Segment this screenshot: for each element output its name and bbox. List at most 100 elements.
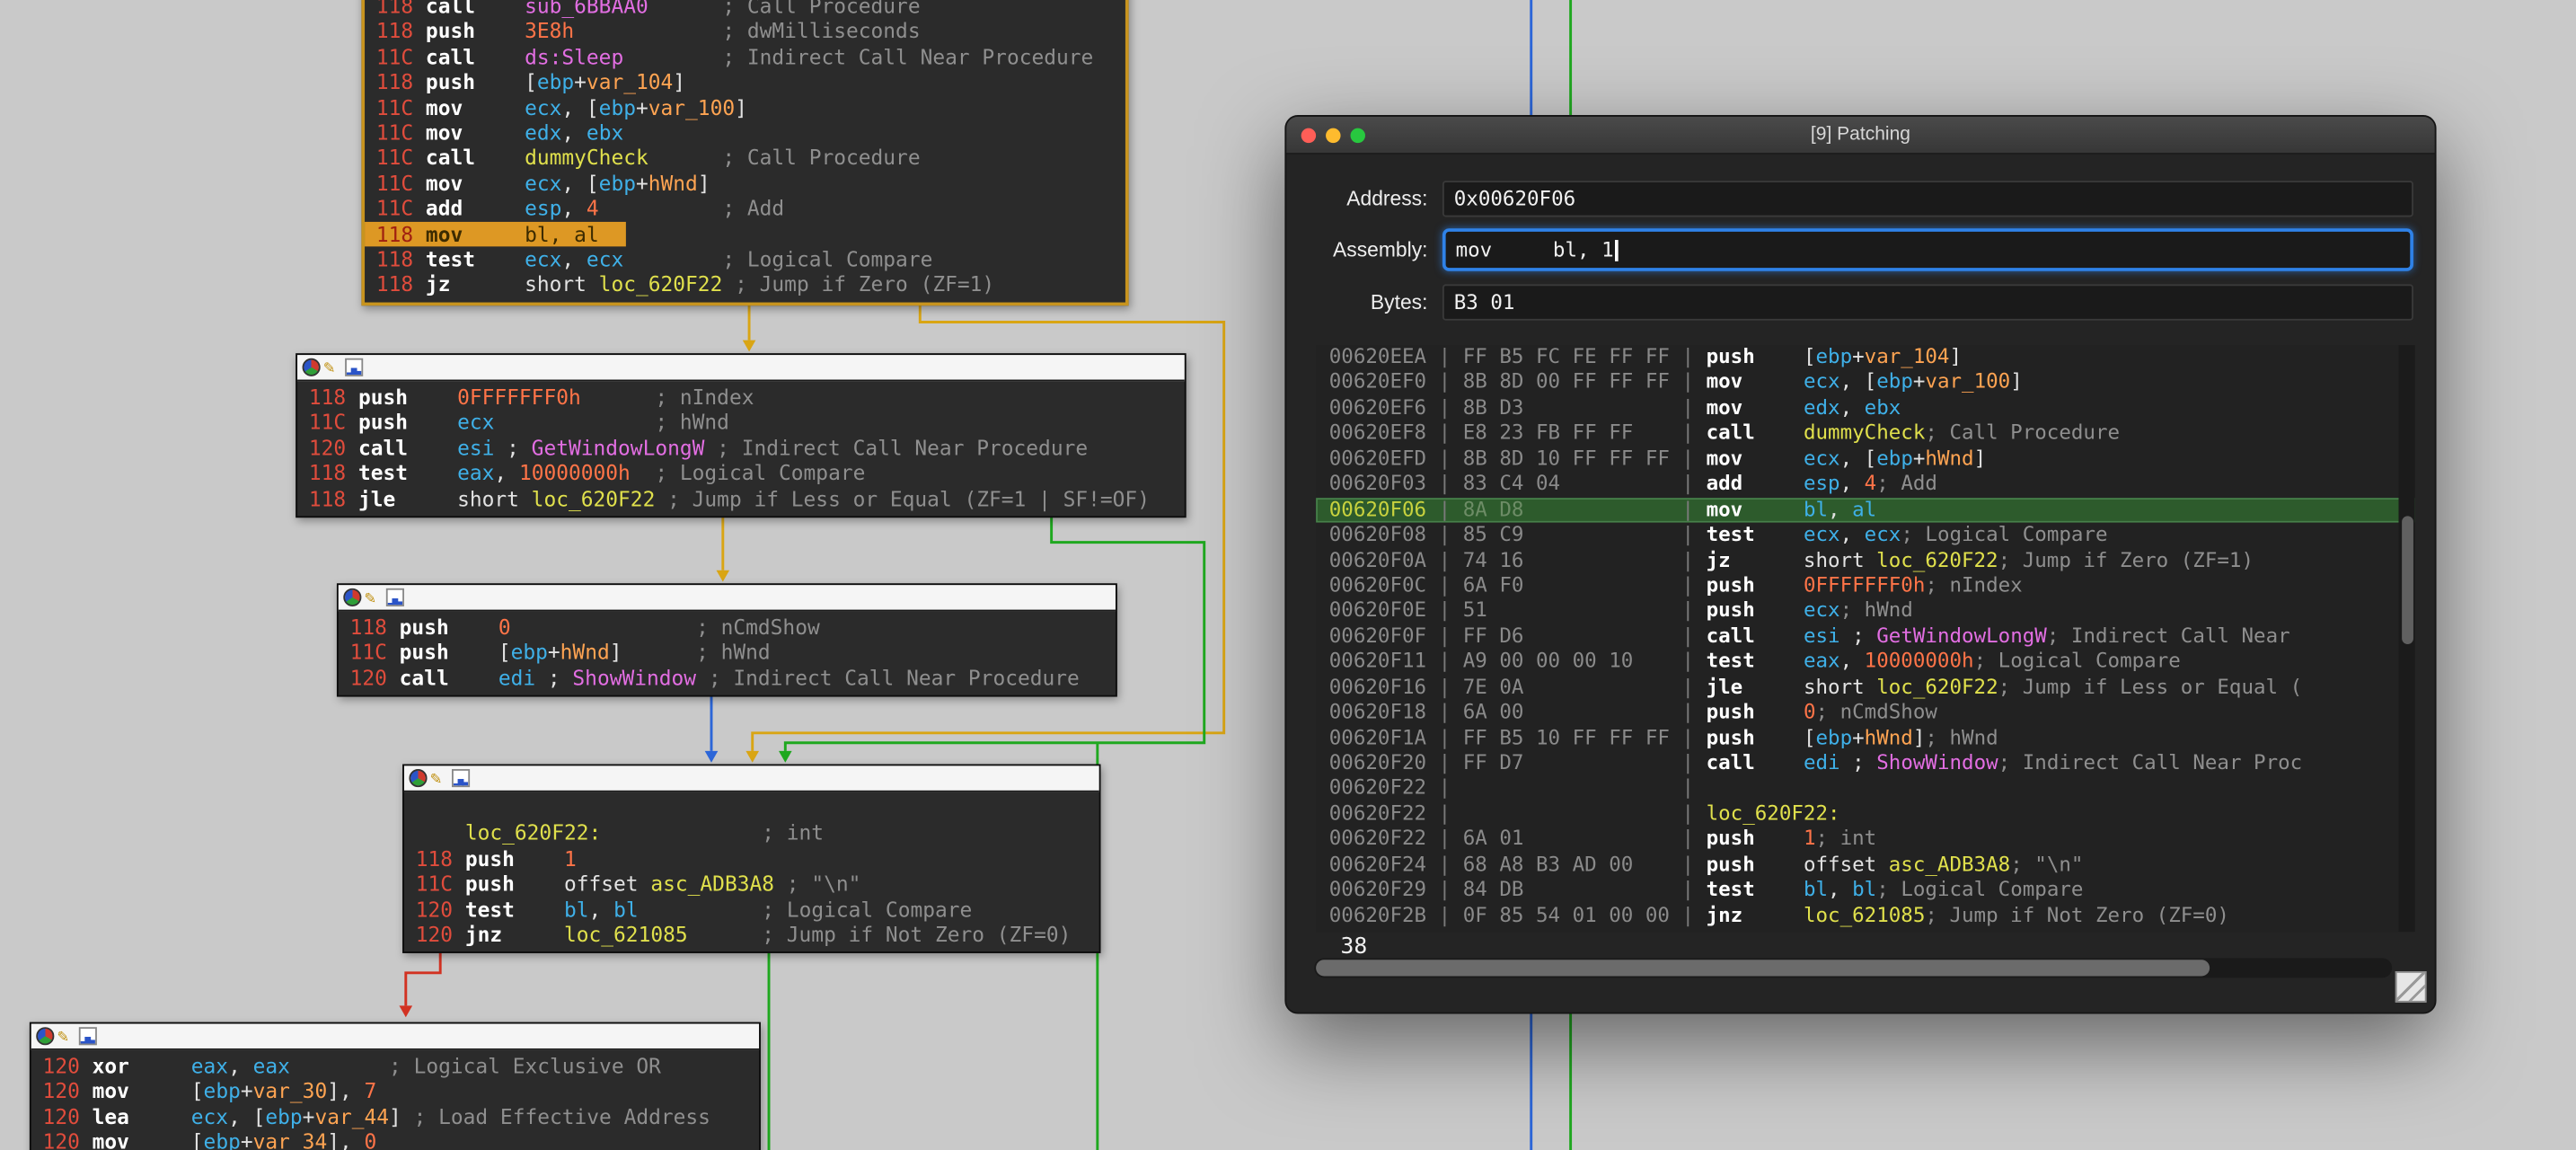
window-controls (1301, 117, 1365, 153)
listing-row[interactable]: 00620F0A | 74 16 | jz short loc_620F22; … (1316, 548, 2415, 573)
status-count: 38 (1341, 933, 1368, 960)
edit-icon[interactable] (365, 588, 383, 606)
block-titlebar (339, 585, 1116, 611)
asm-line[interactable]: 11C mov ecx, [ebp+var_100] (365, 94, 1125, 119)
asm-line[interactable]: 118 test eax, 10000000h ; Logical Compar… (297, 460, 1185, 485)
asm-line[interactable]: 11C push [ebp+hWnd] ; hWnd (339, 640, 1116, 665)
basic-block[interactable]: 120 xor eax, eax ; Logical Exclusive OR1… (30, 1022, 761, 1150)
edit-icon[interactable] (57, 1027, 75, 1045)
listing-row[interactable]: 00620F03 | 83 C4 04 | add esp, 4; Add (1316, 472, 2415, 497)
asm-line[interactable]: 118 push 1 (404, 846, 1099, 871)
basic-block[interactable]: 118 push 0FFFFFFF0h ; nIndex11C push ecx… (296, 353, 1186, 518)
asm-line[interactable] (404, 795, 1099, 820)
asm-line[interactable]: 11C mov edx, ebx (365, 119, 1125, 145)
listing-row[interactable]: 00620F06 | 8A D8 | mov bl, al (1316, 498, 2415, 523)
listing-rows: 00620EEA | FF B5 FC FE FF FF | push [ebp… (1316, 345, 2415, 928)
listing-row[interactable]: 00620F18 | 6A 00 | push 0; nCmdShow (1316, 700, 2415, 725)
asm-line[interactable]: 118 jz short loc_620F22 ; Jump if Zero (… (365, 271, 1125, 296)
close-button[interactable] (1301, 128, 1316, 142)
pie-icon[interactable] (343, 588, 361, 606)
pie-icon[interactable] (303, 358, 321, 376)
asm-line[interactable]: 11C mov ecx, [ebp+hWnd] (365, 171, 1125, 196)
address-value: 0x00620F06 (1454, 188, 1575, 211)
listing-row[interactable]: 00620F11 | A9 00 00 00 10 | test eax, 10… (1316, 650, 2415, 675)
bytes-row: Bytes: B3 01 (1306, 284, 2413, 320)
assembly-label: Assembly: (1306, 238, 1427, 261)
pie-icon[interactable] (36, 1027, 54, 1045)
assembly-value: mov bl, 1 (1456, 238, 1614, 261)
listing-row[interactable]: 00620EF0 | 8B 8D 00 FF FF FF | mov ecx, … (1316, 370, 2415, 395)
asm-line[interactable]: 120 test bl, bl ; Logical Compare (404, 897, 1099, 922)
asm-line[interactable]: 11C push offset asc_ADB3A8 ; "\n" (404, 871, 1099, 897)
chart-icon[interactable] (345, 358, 363, 376)
asm-line[interactable]: 118 mov bl, al (365, 221, 625, 246)
listing-row[interactable]: 00620EFD | 8B 8D 10 FF FF FF | mov ecx, … (1316, 447, 2415, 472)
horizontal-scrollbar-thumb[interactable] (1316, 960, 2210, 976)
patching-dialog: [9] Patching Address: 0x00620F06 Assembl… (1284, 115, 2436, 1014)
listing-row[interactable]: 00620F22 | | loc_620F22: (1316, 801, 2415, 827)
basic-block[interactable]: loc_620F22: ; int118 push 111C push offs… (402, 765, 1100, 954)
minimize-button[interactable] (1326, 128, 1340, 142)
edit-icon[interactable] (323, 358, 341, 376)
asm-line[interactable]: 120 mov [ebp+var_30], 7 (31, 1079, 759, 1104)
asm-line[interactable]: 11C call dummyCheck ; Call Procedure (365, 146, 1125, 171)
listing-row[interactable]: 00620F0E | 51 | push ecx; hWnd (1316, 598, 2415, 624)
resize-grip[interactable] (2395, 971, 2427, 1003)
asm-line[interactable]: 11C call ds:Sleep ; Indirect Call Near P… (365, 44, 1125, 69)
listing-row[interactable]: 00620F29 | 84 DB | test bl, bl; Logical … (1316, 878, 2415, 903)
horizontal-scrollbar[interactable] (1314, 958, 2392, 978)
asm-line[interactable]: loc_620F22: ; int (404, 820, 1099, 845)
asm-line[interactable]: 118 push 0FFFFFFF0h ; nIndex (297, 385, 1185, 410)
basic-block[interactable]: 118 call sub_6BBAA0 ; Call Procedure118 … (361, 0, 1128, 305)
dialog-titlebar[interactable]: [9] Patching (1286, 117, 2435, 155)
asm-line[interactable]: 118 call sub_6BBAA0 ; Call Procedure (365, 0, 1125, 19)
disassembly-listing: 00620EEA | FF B5 FC FE FF FF | push [ebp… (1316, 345, 2415, 932)
asm-line[interactable]: 11C push ecx ; hWnd (297, 410, 1185, 435)
asm-line[interactable]: 120 call edi ; ShowWindow ; Indirect Cal… (339, 665, 1116, 690)
pie-icon[interactable] (409, 769, 427, 787)
listing-row[interactable]: 00620F08 | 85 C9 | test ecx, ecx; Logica… (1316, 523, 2415, 548)
listing-row[interactable]: 00620F1A | FF B5 10 FF FF FF | push [ebp… (1316, 726, 2415, 751)
listing-row[interactable]: 00620F22 | | (1316, 776, 2415, 801)
asm-line[interactable]: 118 jle short loc_620F22 ; Jump if Less … (297, 486, 1185, 511)
asm-line[interactable]: 120 jnz loc_621085 ; Jump if Not Zero (Z… (404, 922, 1099, 947)
bytes-label: Bytes: (1306, 291, 1427, 314)
basic-block[interactable]: 118 push 0 ; nCmdShow11C push [ebp+hWnd]… (337, 583, 1117, 697)
text-caret (1615, 239, 1618, 261)
block-titlebar (31, 1024, 759, 1050)
listing-row[interactable]: 00620F0C | 6A F0 | push 0FFFFFFF0h; nInd… (1316, 573, 2415, 598)
edit-icon[interactable] (430, 769, 448, 787)
desktop: 118 call sub_6BBAA0 ; Call Procedure118 … (0, 0, 2576, 1150)
block-titlebar (404, 765, 1099, 792)
asm-line[interactable]: 120 call esi ; GetWindowLongW ; Indirect… (297, 435, 1185, 460)
listing-row[interactable]: 00620F0F | FF D6 | call esi ; GetWindowL… (1316, 624, 2415, 650)
address-row: Address: 0x00620F06 (1306, 181, 2413, 217)
listing-row[interactable]: 00620EF8 | E8 23 FB FF FF | call dummyCh… (1316, 421, 2415, 447)
bytes-field[interactable]: B3 01 (1442, 284, 2413, 320)
vertical-scrollbar-thumb[interactable] (2401, 516, 2413, 644)
asm-line[interactable]: 120 mov [ebp+var_34], 0 (31, 1129, 759, 1150)
listing-row[interactable]: 00620F2B | 0F 85 54 01 00 00 | jnz loc_6… (1316, 903, 2415, 928)
asm-line[interactable]: 118 test ecx, ecx ; Logical Compare (365, 246, 1125, 271)
asm-line[interactable]: 118 push 3E8h ; dwMilliseconds (365, 19, 1125, 44)
listing-row[interactable]: 00620F16 | 7E 0A | jle short loc_620F22;… (1316, 675, 2415, 700)
assembly-input[interactable]: mov bl, 1 (1442, 228, 2413, 271)
asm-line[interactable]: 120 lea ecx, [ebp+var_44] ; Load Effecti… (31, 1104, 759, 1129)
asm-line[interactable]: 11C add esp, 4 ; Add (365, 196, 1125, 221)
vertical-scrollbar[interactable] (2398, 345, 2414, 932)
asm-line[interactable]: 118 push 0 ; nCmdShow (339, 615, 1116, 640)
listing-row[interactable]: 00620EF6 | 8B D3 | mov edx, ebx (1316, 396, 2415, 421)
asm-line[interactable]: 118 push [ebp+var_104] (365, 69, 1125, 94)
address-field[interactable]: 0x00620F06 (1442, 181, 2413, 217)
zoom-button[interactable] (1351, 128, 1365, 142)
address-label: Address: (1306, 188, 1427, 211)
chart-icon[interactable] (386, 588, 404, 606)
chart-icon[interactable] (79, 1027, 97, 1045)
listing-row[interactable]: 00620EEA | FF B5 FC FE FF FF | push [ebp… (1316, 345, 2415, 370)
listing-row[interactable]: 00620F20 | FF D7 | call edi ; ShowWindow… (1316, 751, 2415, 776)
chart-icon[interactable] (452, 769, 470, 787)
block-titlebar (297, 355, 1185, 381)
asm-line[interactable]: 120 xor eax, eax ; Logical Exclusive OR (31, 1053, 759, 1078)
listing-row[interactable]: 00620F22 | 6A 01 | push 1; int (1316, 827, 2415, 853)
listing-row[interactable]: 00620F24 | 68 A8 B3 AD 00 | push offset … (1316, 853, 2415, 878)
